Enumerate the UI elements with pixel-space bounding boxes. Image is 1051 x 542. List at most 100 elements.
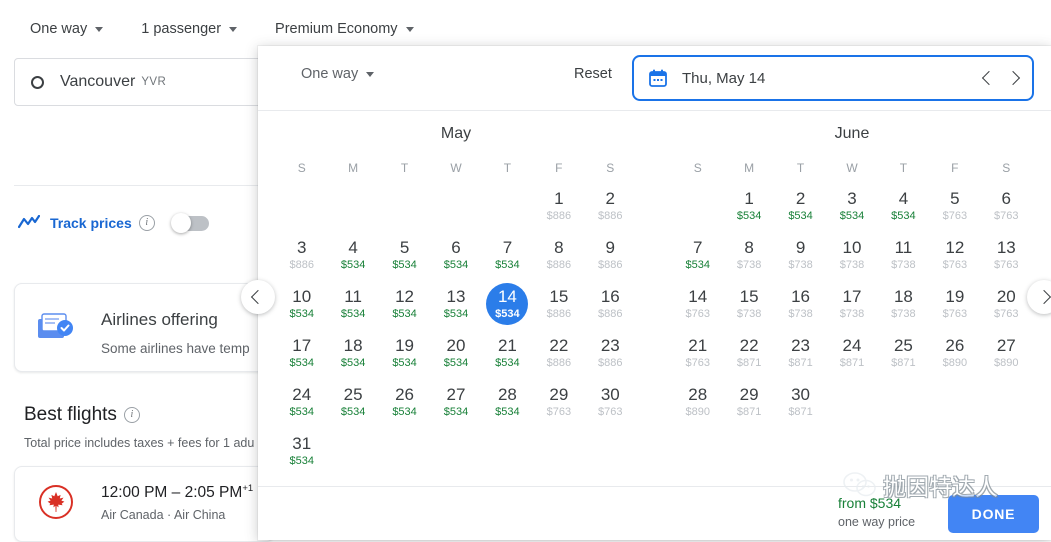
popup-trip-type-dropdown[interactable]: One way bbox=[301, 66, 375, 82]
calendar-day-cell[interactable]: 28 $890 bbox=[672, 377, 723, 426]
day-number: 23 bbox=[600, 335, 620, 355]
day-price: $534 bbox=[685, 258, 710, 271]
calendar-day-cell[interactable]: 12 $763 bbox=[929, 230, 980, 279]
calendar-day-cell[interactable]: 5 $534 bbox=[379, 230, 430, 279]
calendar-day-cell[interactable]: 22 $886 bbox=[533, 328, 584, 377]
day-price: $763 bbox=[994, 307, 1019, 320]
flight-result-row[interactable]: 12:00 PM – 2:05 PM+1 Air Canada · Air Ch… bbox=[14, 466, 274, 542]
calendar-day-cell[interactable]: 7 $534 bbox=[672, 230, 723, 279]
calendar-day-cell[interactable]: 9 $886 bbox=[585, 230, 636, 279]
calendar-day-cell[interactable]: 10 $534 bbox=[276, 279, 327, 328]
next-day-icon[interactable] bbox=[1005, 70, 1021, 86]
calendar-day-cell[interactable]: 8 $738 bbox=[723, 230, 774, 279]
day-number: 20 bbox=[996, 286, 1016, 306]
calendar-day-cell[interactable]: 4 $534 bbox=[327, 230, 378, 279]
day-number: 1 bbox=[744, 188, 754, 208]
month-label: June bbox=[834, 125, 870, 142]
calendar-day-cell[interactable]: 21 $763 bbox=[672, 328, 723, 377]
calendar-icon bbox=[649, 69, 667, 87]
calendar-day-cell[interactable]: 6 $763 bbox=[981, 181, 1032, 230]
calendar-day-cell[interactable]: 27 $534 bbox=[430, 377, 481, 426]
calendar-day-cell[interactable]: 24 $871 bbox=[826, 328, 877, 377]
selected-date-field[interactable]: Thu, May 14 bbox=[632, 55, 1034, 101]
calendar-day-cell[interactable]: 21 $534 bbox=[482, 328, 533, 377]
calendar-day-cell[interactable]: 8 $886 bbox=[533, 230, 584, 279]
calendar-day-cell[interactable]: 29 $763 bbox=[533, 377, 584, 426]
calendar-day-cell[interactable]: 23 $886 bbox=[585, 328, 636, 377]
calendar-day-cell[interactable]: 18 $534 bbox=[327, 328, 378, 377]
info-icon[interactable]: i bbox=[138, 215, 155, 231]
day-number: 24 bbox=[842, 335, 862, 355]
calendar-day-cell[interactable]: 16 $738 bbox=[775, 279, 826, 328]
day-number: 19 bbox=[395, 335, 415, 355]
chevron-down-icon bbox=[229, 26, 238, 32]
track-prices-toggle[interactable] bbox=[170, 212, 209, 233]
calendar-day-cell[interactable]: 24 $534 bbox=[276, 377, 327, 426]
calendar-day-cell[interactable]: 20 $534 bbox=[430, 328, 481, 377]
reset-button[interactable]: Reset bbox=[574, 66, 612, 82]
calendar-day-cell[interactable]: 1 $886 bbox=[533, 181, 584, 230]
calendar-day-cell[interactable]: 10 $738 bbox=[826, 230, 877, 279]
calendar-day-cell[interactable]: 18 $738 bbox=[878, 279, 929, 328]
search-options-bar: One way 1 passenger Premium Economy bbox=[0, 14, 446, 44]
day-price: $890 bbox=[942, 356, 968, 369]
calendar-day-cell[interactable]: 25 $871 bbox=[878, 328, 929, 377]
passengers-dropdown[interactable]: 1 passenger bbox=[135, 17, 243, 41]
calendar-day-cell[interactable]: 28 $534 bbox=[482, 377, 533, 426]
calendar-day-cell[interactable]: 13 $763 bbox=[981, 230, 1032, 279]
calendar-day-cell[interactable]: 14 $763 bbox=[672, 279, 723, 328]
calendar-day-cell[interactable]: 20 $763 bbox=[981, 279, 1032, 328]
calendar-day-cell[interactable]: 14 $534 bbox=[482, 279, 533, 328]
calendar-day-cell[interactable]: 15 $886 bbox=[533, 279, 584, 328]
calendar-day-cell[interactable]: 4 $534 bbox=[878, 181, 929, 230]
calendar-day-cell[interactable]: 27 $890 bbox=[981, 328, 1032, 377]
cabin-class-dropdown[interactable]: Premium Economy bbox=[269, 17, 419, 41]
trip-type-label: One way bbox=[30, 21, 88, 37]
calendar-day-cell[interactable]: 30 $871 bbox=[775, 377, 826, 426]
calendar-day-cell[interactable]: 3 $886 bbox=[276, 230, 327, 279]
calendar-day-cell[interactable]: 9 $738 bbox=[775, 230, 826, 279]
calendar-day-cell[interactable]: 3 $534 bbox=[826, 181, 877, 230]
calendar-day-cell[interactable]: 2 $534 bbox=[775, 181, 826, 230]
calendar-day-cell[interactable]: 11 $738 bbox=[878, 230, 929, 279]
done-button[interactable]: DONE bbox=[948, 495, 1039, 533]
trip-type-dropdown[interactable]: One way bbox=[24, 17, 109, 41]
calendar-day-cell[interactable]: 26 $890 bbox=[929, 328, 980, 377]
dow-label: T bbox=[899, 161, 908, 175]
calendar-day-cell[interactable]: 1 $534 bbox=[723, 181, 774, 230]
calendar-day-cell[interactable]: 31 $534 bbox=[276, 426, 327, 475]
day-number: 30 bbox=[600, 384, 620, 404]
day-number: 14 bbox=[497, 286, 517, 306]
calendar-day-cell[interactable]: 30 $763 bbox=[585, 377, 636, 426]
calendar-day-cell[interactable]: 2 $886 bbox=[585, 181, 636, 230]
day-number: 18 bbox=[343, 335, 363, 355]
calendar-day-cell[interactable]: 13 $534 bbox=[430, 279, 481, 328]
calendar-day-cell[interactable]: 15 $738 bbox=[723, 279, 774, 328]
day-number: 11 bbox=[344, 286, 362, 306]
day-number: 31 bbox=[292, 433, 312, 453]
day-price: $738 bbox=[891, 258, 916, 271]
calendar-day-cell[interactable]: 29 $871 bbox=[723, 377, 774, 426]
calendar-day-cell[interactable]: 7 $534 bbox=[482, 230, 533, 279]
calendar-day-cell[interactable]: 12 $534 bbox=[379, 279, 430, 328]
calendar-day-cell[interactable]: 6 $534 bbox=[430, 230, 481, 279]
calendar-day-cell[interactable]: 23 $871 bbox=[775, 328, 826, 377]
day-price: $738 bbox=[839, 258, 865, 271]
calendar-day-cell[interactable]: 17 $738 bbox=[826, 279, 877, 328]
calendar-day-cell[interactable]: 19 $534 bbox=[379, 328, 430, 377]
info-icon[interactable]: i bbox=[123, 407, 140, 423]
calendar-day-cell[interactable]: 25 $534 bbox=[327, 377, 378, 426]
calendar-day-cell[interactable]: 26 $534 bbox=[379, 377, 430, 426]
calendar-day-cell[interactable]: 16 $886 bbox=[585, 279, 636, 328]
calendar-day-cell[interactable]: 5 $763 bbox=[929, 181, 980, 230]
calendar-day-cell[interactable]: 17 $534 bbox=[276, 328, 327, 377]
calendar-day-cell[interactable]: 11 $534 bbox=[327, 279, 378, 328]
previous-month-button[interactable] bbox=[241, 280, 275, 314]
day-number: 9 bbox=[795, 237, 806, 257]
calendar-day-cell[interactable]: 19 $763 bbox=[929, 279, 980, 328]
day-number: 22 bbox=[549, 335, 569, 355]
airlines-offering-card[interactable]: Airlines offering Some airlines have tem… bbox=[14, 283, 274, 372]
previous-day-icon[interactable] bbox=[981, 70, 997, 86]
date-picker-popup: One way Reset Thu, May 14 May S M T W T F S 1 $88… bbox=[258, 46, 1051, 540]
calendar-day-cell[interactable]: 22 $871 bbox=[723, 328, 774, 377]
